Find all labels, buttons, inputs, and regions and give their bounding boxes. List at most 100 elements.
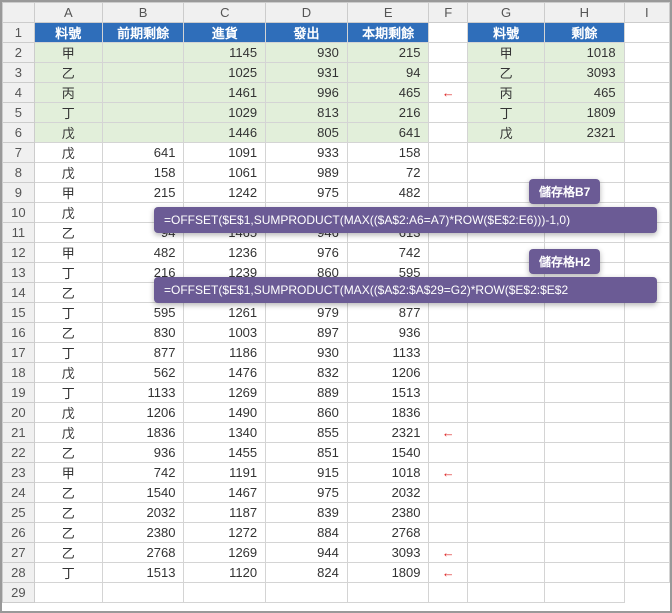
cell-num[interactable]: 216 (347, 103, 429, 123)
cell[interactable] (545, 423, 624, 443)
col-B[interactable]: B (102, 3, 184, 23)
side-num[interactable]: 1018 (545, 43, 624, 63)
cell[interactable] (545, 403, 624, 423)
cell[interactable] (624, 503, 669, 523)
side-id[interactable]: 乙 (468, 63, 545, 83)
row-hdr[interactable]: 17 (3, 343, 35, 363)
cell[interactable] (624, 323, 669, 343)
cell-num[interactable]: 1513 (102, 563, 184, 583)
cell[interactable] (545, 323, 624, 343)
cell[interactable] (624, 523, 669, 543)
cell[interactable] (468, 383, 545, 403)
cell[interactable] (468, 363, 545, 383)
col-C[interactable]: C (184, 3, 266, 23)
cell-num[interactable]: 855 (266, 423, 348, 443)
cell-num[interactable]: 1261 (184, 303, 266, 323)
cell-num[interactable]: 944 (266, 543, 348, 563)
cell[interactable] (34, 583, 102, 603)
cell[interactable] (624, 123, 669, 143)
cell[interactable] (545, 543, 624, 563)
corner[interactable] (3, 3, 35, 23)
cell-num[interactable]: 595 (102, 303, 184, 323)
row-hdr[interactable]: 19 (3, 383, 35, 403)
cell-num[interactable]: 1133 (102, 383, 184, 403)
cell[interactable] (624, 23, 669, 43)
cell-num[interactable]: 2032 (347, 483, 429, 503)
cell-num[interactable]: 1455 (184, 443, 266, 463)
cell-num[interactable]: 2380 (102, 523, 184, 543)
cell[interactable] (545, 383, 624, 403)
cell[interactable] (347, 583, 429, 603)
cell-num[interactable]: 915 (266, 463, 348, 483)
cell-id[interactable]: 戊 (34, 123, 102, 143)
col-D[interactable]: D (266, 3, 348, 23)
cell-num[interactable]: 975 (266, 183, 348, 203)
cell-num[interactable]: 897 (266, 323, 348, 343)
cell-id[interactable]: 戊 (34, 423, 102, 443)
cell-num[interactable]: 158 (102, 163, 184, 183)
cell-num[interactable]: 482 (347, 183, 429, 203)
cell[interactable] (545, 443, 624, 463)
cell-id[interactable]: 乙 (34, 323, 102, 343)
cell-num[interactable]: 1186 (184, 343, 266, 363)
cell-num[interactable]: 1206 (347, 363, 429, 383)
cell-num[interactable]: 1836 (102, 423, 184, 443)
cell-id[interactable]: 戊 (34, 203, 102, 223)
cell[interactable] (468, 403, 545, 423)
cell[interactable] (624, 303, 669, 323)
row-hdr[interactable]: 27 (3, 543, 35, 563)
row-hdr[interactable]: 18 (3, 363, 35, 383)
side-num[interactable]: 2321 (545, 123, 624, 143)
cell-num[interactable]: 562 (102, 363, 184, 383)
cell[interactable] (468, 443, 545, 463)
cell-num[interactable]: 742 (102, 463, 184, 483)
cell-num[interactable]: 936 (102, 443, 184, 463)
cell-num[interactable]: 824 (266, 563, 348, 583)
cell-num[interactable]: 94 (347, 63, 429, 83)
row-hdr[interactable]: 29 (3, 583, 35, 603)
row-hdr[interactable]: 21 (3, 423, 35, 443)
cell[interactable] (429, 23, 468, 43)
cell[interactable] (468, 543, 545, 563)
cell-num[interactable] (102, 103, 184, 123)
main-th[interactable]: 發出 (266, 23, 348, 43)
cell[interactable] (624, 343, 669, 363)
cell-num[interactable]: 975 (266, 483, 348, 503)
main-th[interactable]: 前期剩餘 (102, 23, 184, 43)
cell-num[interactable]: 1490 (184, 403, 266, 423)
cell-num[interactable]: 1120 (184, 563, 266, 583)
cell[interactable] (468, 583, 545, 603)
cell-num[interactable]: 1446 (184, 123, 266, 143)
cell[interactable] (545, 343, 624, 363)
cell-num[interactable]: 979 (266, 303, 348, 323)
row-hdr[interactable]: 6 (3, 123, 35, 143)
cell-num[interactable]: 830 (102, 323, 184, 343)
cell-id[interactable]: 乙 (34, 223, 102, 243)
row-hdr[interactable]: 5 (3, 103, 35, 123)
cell-num[interactable]: 1269 (184, 543, 266, 563)
cell-num[interactable]: 1029 (184, 103, 266, 123)
cell-id[interactable]: 丁 (34, 563, 102, 583)
row-hdr[interactable]: 13 (3, 263, 35, 283)
cell-num[interactable] (102, 83, 184, 103)
cell[interactable] (468, 523, 545, 543)
cell[interactable] (429, 583, 468, 603)
cell[interactable] (468, 143, 545, 163)
row-hdr[interactable]: 11 (3, 223, 35, 243)
cell-num[interactable] (102, 63, 184, 83)
row-hdr[interactable]: 14 (3, 283, 35, 303)
cell[interactable] (468, 463, 545, 483)
cell-num[interactable]: 2768 (347, 523, 429, 543)
cell-num[interactable]: 1061 (184, 163, 266, 183)
cell-id[interactable]: 丁 (34, 303, 102, 323)
cell-num[interactable]: 936 (347, 323, 429, 343)
cell-id[interactable]: 丙 (34, 83, 102, 103)
cell-num[interactable]: 3093 (347, 543, 429, 563)
col-H[interactable]: H (545, 3, 624, 23)
cell-id[interactable]: 丁 (34, 343, 102, 363)
cell-num[interactable]: 1513 (347, 383, 429, 403)
cell[interactable] (266, 583, 348, 603)
cell[interactable] (545, 523, 624, 543)
side-id[interactable]: 丙 (468, 83, 545, 103)
cell-num[interactable]: 877 (347, 303, 429, 323)
